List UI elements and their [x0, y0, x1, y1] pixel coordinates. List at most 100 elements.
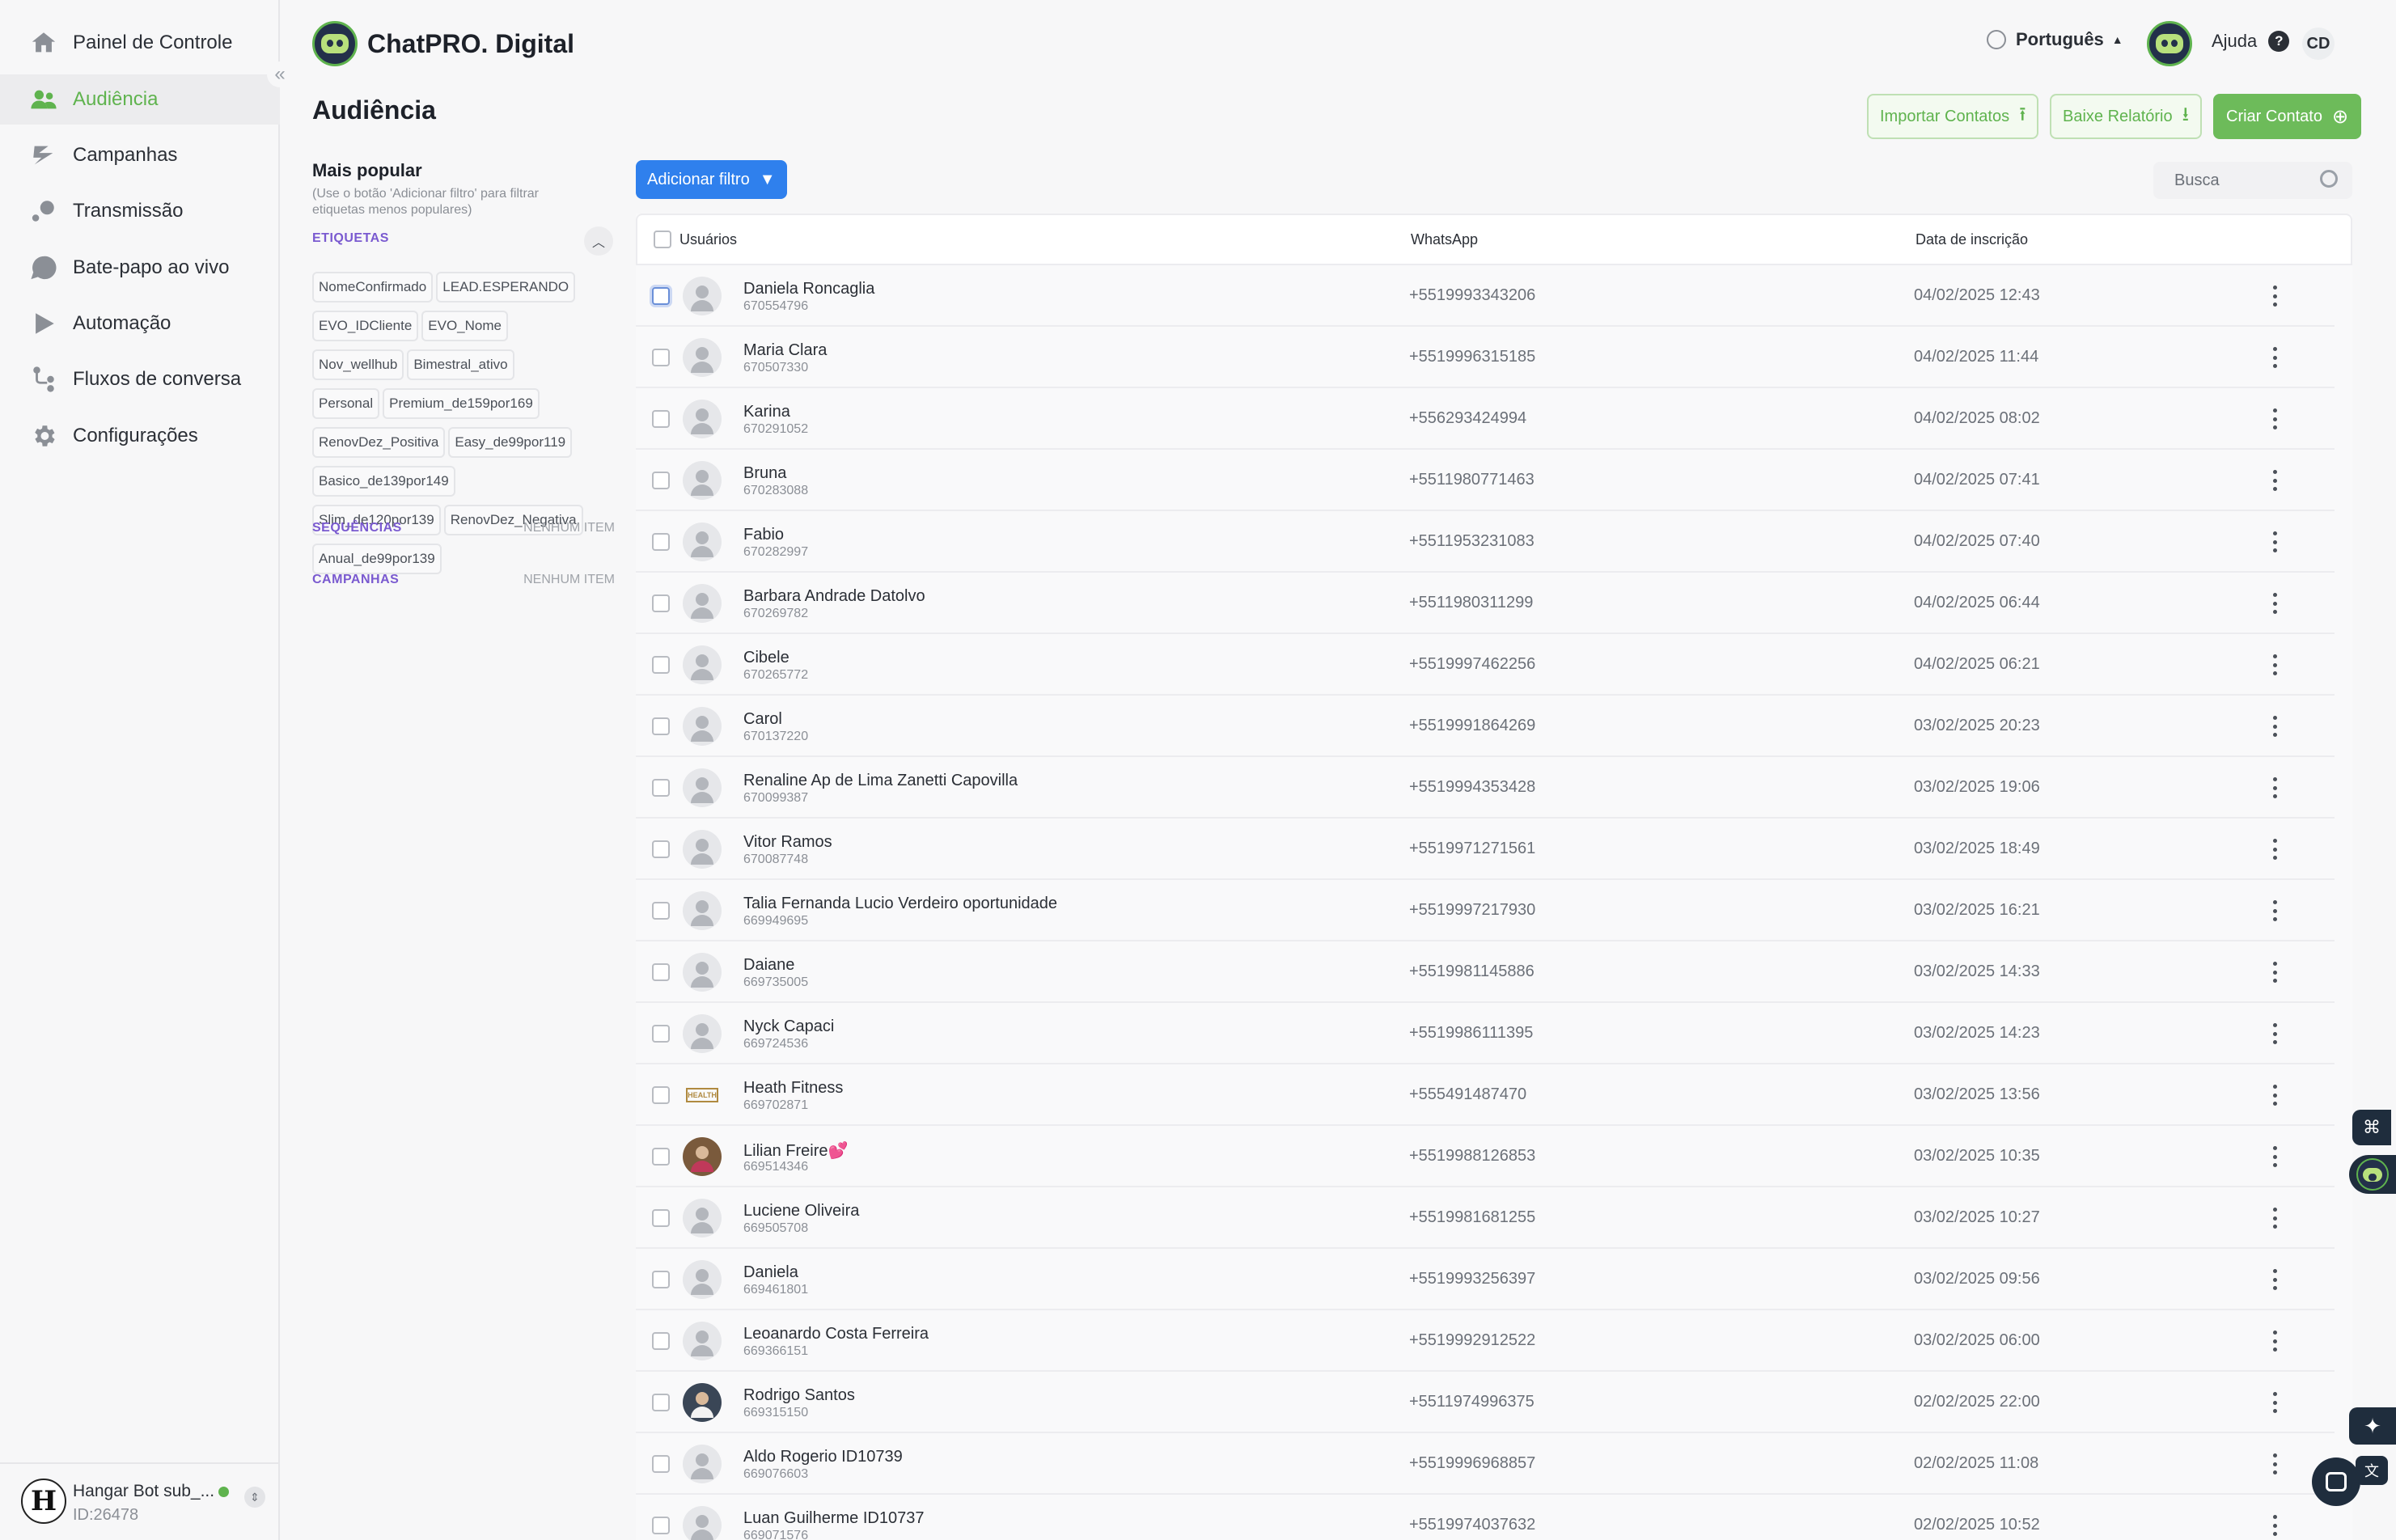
sidebar-item-transmissao[interactable]: Transmissão: [0, 186, 280, 236]
table-row[interactable]: Lilian Freire💕 669514346 +5519988126853 03/…: [636, 1126, 2335, 1187]
row-menu-icon[interactable]: [2267, 404, 2283, 434]
sidebar-item-campanhas[interactable]: Campanhas: [0, 130, 280, 180]
row-menu-icon[interactable]: [2267, 343, 2283, 372]
row-checkbox[interactable]: [652, 1025, 670, 1043]
row-menu-icon[interactable]: [2267, 1326, 2283, 1356]
contact-name[interactable]: Daniela: [743, 1263, 798, 1282]
row-checkbox[interactable]: [652, 840, 670, 858]
contact-name[interactable]: Bruna: [743, 464, 786, 483]
tag-chip[interactable]: Premium_de159por169: [383, 388, 540, 419]
language-selector[interactable]: Português ▲: [1987, 29, 2123, 50]
contact-name[interactable]: Nyck Capaci: [743, 1018, 834, 1036]
column-whatsapp[interactable]: WhatsApp: [1411, 231, 1478, 248]
row-checkbox[interactable]: [652, 1394, 670, 1411]
row-menu-icon[interactable]: [2267, 773, 2283, 802]
row-menu-icon[interactable]: [2267, 1449, 2283, 1479]
sidebar-item-painel-de-controle[interactable]: Painel de Controle: [0, 18, 280, 68]
row-menu-icon[interactable]: [2267, 589, 2283, 618]
row-menu-icon[interactable]: [2267, 527, 2283, 556]
row-menu-icon[interactable]: [2267, 896, 2283, 925]
table-row[interactable]: Nyck Capaci 669724536 +5519986111395 03/02/…: [636, 1003, 2335, 1064]
add-filter-button[interactable]: Adicionar filtro ▼: [636, 160, 787, 199]
table-row[interactable]: Luciene Oliveira 669505708 +5519981681255 0…: [636, 1187, 2335, 1249]
contact-name[interactable]: Leoanardo Costa Ferreira: [743, 1325, 929, 1343]
contact-name[interactable]: Luan Guilherme ID10737: [743, 1509, 924, 1528]
sidebar-item-automacao[interactable]: Automação: [0, 298, 280, 349]
row-checkbox[interactable]: [652, 717, 670, 735]
row-checkbox[interactable]: [652, 1148, 670, 1166]
row-menu-icon[interactable]: [2267, 1204, 2283, 1233]
row-menu-icon[interactable]: [2267, 466, 2283, 495]
translate-icon[interactable]: 文: [2356, 1456, 2388, 1485]
row-checkbox[interactable]: [652, 472, 670, 489]
contact-name[interactable]: Cibele: [743, 649, 789, 667]
row-menu-icon[interactable]: [2267, 835, 2283, 864]
row-checkbox[interactable]: [652, 594, 670, 612]
download-report-button[interactable]: Baixe Relatório ⭳: [2050, 94, 2203, 139]
bot-widget-button[interactable]: [2349, 1155, 2396, 1194]
contact-name[interactable]: Rodrigo Santos: [743, 1386, 855, 1405]
row-checkbox[interactable]: [652, 1209, 670, 1227]
row-menu-icon[interactable]: [2267, 1142, 2283, 1171]
support-chat-button[interactable]: [2312, 1458, 2360, 1506]
table-row[interactable]: Barbara Andrade Datolvo 670269782 +5511980…: [636, 573, 2335, 634]
contact-name[interactable]: Luciene Oliveira: [743, 1202, 859, 1221]
tag-chip[interactable]: Anual_de99por139: [312, 544, 442, 574]
tag-chip[interactable]: RenovDez_Positiva: [312, 427, 446, 458]
contact-name[interactable]: Daiane: [743, 956, 794, 975]
bot-avatar[interactable]: [2147, 21, 2192, 66]
contact-name[interactable]: Maria Clara: [743, 341, 827, 360]
table-row[interactable]: Vitor Ramos 670087748 +5519971271561 03/02/…: [636, 819, 2335, 880]
table-row[interactable]: Bruna 670283088 +5511980771463 04/02/2025 0…: [636, 450, 2335, 511]
row-menu-icon[interactable]: [2267, 281, 2283, 311]
brand[interactable]: ChatPRO. Digital: [312, 21, 574, 66]
contact-name[interactable]: Daniela Roncaglia: [743, 280, 874, 298]
row-menu-icon[interactable]: [2267, 1265, 2283, 1294]
tag-chip[interactable]: Bimestral_ativo: [407, 349, 514, 380]
column-users[interactable]: Usuários: [679, 231, 737, 248]
row-menu-icon[interactable]: [2267, 958, 2283, 987]
create-contact-button[interactable]: Criar Contato ⊕: [2213, 94, 2362, 139]
table-row[interactable]: Aldo Rogerio ID10739 669076603 +5519996968…: [636, 1433, 2335, 1495]
apps-icon[interactable]: ⌘: [2352, 1110, 2391, 1145]
row-checkbox[interactable]: [652, 349, 670, 366]
row-menu-icon[interactable]: [2267, 1388, 2283, 1417]
row-checkbox[interactable]: [652, 779, 670, 797]
row-checkbox[interactable]: [652, 287, 670, 305]
sidebar-item-fluxos-de-conversa[interactable]: Fluxos de conversa: [0, 354, 280, 404]
row-checkbox[interactable]: [652, 902, 670, 920]
tag-chip[interactable]: EVO_Nome: [421, 311, 508, 341]
column-date[interactable]: Data de inscrição: [1916, 231, 2028, 248]
account-switch-icon[interactable]: ⇕: [244, 1487, 265, 1508]
contact-name[interactable]: Heath Fitness: [743, 1079, 843, 1098]
contact-name[interactable]: Carol: [743, 710, 782, 729]
table-row[interactable]: Talia Fernanda Lucio Verdeiro oportunida…: [636, 880, 2335, 941]
account-switcher[interactable]: H Hangar Bot sub_... ID:26478 ⇕: [0, 1462, 280, 1540]
tag-chip[interactable]: Nov_wellhub: [312, 349, 404, 380]
table-row[interactable]: Rodrigo Santos 669315150 +5511974996375 02/…: [636, 1372, 2335, 1433]
row-checkbox[interactable]: [652, 963, 670, 981]
row-menu-icon[interactable]: [2267, 1019, 2283, 1048]
row-checkbox[interactable]: [652, 1086, 670, 1104]
table-row[interactable]: Daniela Roncaglia 670554796 +5519993343206…: [636, 265, 2335, 327]
row-checkbox[interactable]: [652, 656, 670, 674]
table-row[interactable]: Cibele 670265772 +5519997462256 04/02/2025 …: [636, 634, 2335, 696]
table-row[interactable]: Renaline Ap de Lima Zanetti Capovilla 670…: [636, 757, 2335, 819]
tag-chip[interactable]: EVO_IDCliente: [312, 311, 419, 341]
sidebar-item-configuracoes[interactable]: Configurações: [0, 411, 280, 461]
ai-sparkle-icon[interactable]: ✦: [2349, 1407, 2396, 1445]
contact-name[interactable]: Lilian Freire💕: [743, 1140, 848, 1161]
row-checkbox[interactable]: [652, 410, 670, 428]
table-row[interactable]: Daiane 669735005 +5519981145886 03/02/2025 …: [636, 941, 2335, 1003]
select-all-checkbox[interactable]: [654, 231, 671, 248]
collapse-tags-button[interactable]: ︿: [584, 226, 613, 256]
contact-name[interactable]: Aldo Rogerio ID10739: [743, 1448, 903, 1466]
tag-chip[interactable]: LEAD.ESPERANDO: [436, 272, 576, 302]
row-menu-icon[interactable]: [2267, 1081, 2283, 1110]
row-checkbox[interactable]: [652, 533, 670, 551]
tag-chip[interactable]: Basico_de139por149: [312, 466, 455, 497]
row-menu-icon[interactable]: [2267, 650, 2283, 679]
collapse-sidebar-button[interactable]: «: [267, 61, 293, 87]
table-row[interactable]: Karina 670291052 +556293424994 04/02/2025 0…: [636, 388, 2335, 450]
table-row[interactable]: Carol 670137220 +5519991864269 03/02/2025 2…: [636, 696, 2335, 757]
